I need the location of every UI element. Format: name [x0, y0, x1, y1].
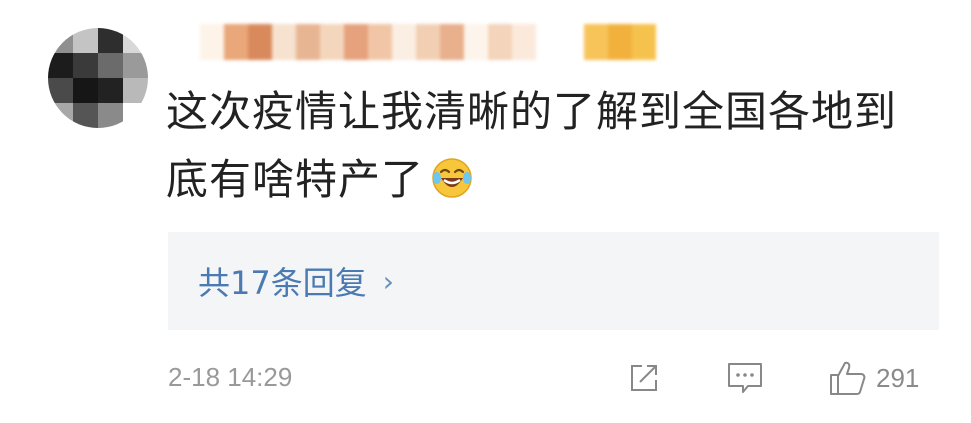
chevron-right-icon: ›: [382, 264, 394, 298]
avatar[interactable]: [48, 28, 148, 128]
share-button[interactable]: [626, 358, 662, 398]
comment-text: 这次疫情让我清晰的了解到全国各地到底有啥特产了: [166, 78, 936, 214]
thumbs-up-icon: [830, 361, 866, 395]
like-button[interactable]: 291: [828, 358, 919, 398]
username-redacted[interactable]: [200, 24, 660, 60]
laugh-cry-icon: [432, 158, 472, 198]
replies-panel: 共17条回复 ›: [168, 232, 939, 330]
view-replies-link[interactable]: 共17条回复 ›: [198, 258, 394, 304]
replies-count-label: 共17条回复: [198, 264, 367, 302]
comment-timestamp: 2-18 14:29: [168, 362, 293, 392]
comment-body: 这次疫情让我清晰的了解到全国各地到底有啥特产了: [166, 87, 898, 204]
like-count: 291: [876, 362, 920, 393]
share-icon: [631, 365, 657, 391]
comment-icon: [728, 363, 762, 393]
comment-button[interactable]: [726, 358, 764, 398]
